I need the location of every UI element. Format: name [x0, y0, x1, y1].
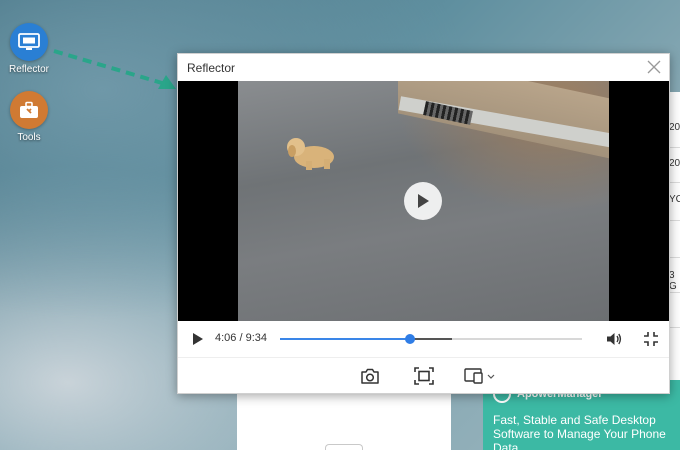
- playback-controls: 4:06 / 9:34: [178, 321, 669, 357]
- background-text-fragment: 3 G: [669, 270, 677, 292]
- current-time: 4:06: [215, 332, 237, 344]
- camera-icon[interactable]: [360, 367, 380, 385]
- screen-cast-icon[interactable]: [464, 367, 496, 385]
- video-frame: [238, 81, 609, 321]
- exit-fullscreen-icon[interactable]: [644, 332, 658, 346]
- total-time: 9:34: [245, 332, 268, 344]
- seek-bar-progress: [280, 338, 410, 340]
- time-separator: /: [236, 332, 246, 344]
- time-display: 4:06 / 9:34: [215, 332, 267, 344]
- toolbox-icon: [10, 91, 48, 129]
- seek-bar[interactable]: [280, 334, 582, 344]
- video-play-overlay-button[interactable]: [404, 182, 442, 220]
- video-area[interactable]: [178, 81, 669, 321]
- monitor-icon: [10, 23, 48, 61]
- desktop-icon-tools[interactable]: Tools: [1, 91, 57, 143]
- play-icon: [418, 194, 429, 208]
- desktop-icon-label: Reflector: [8, 64, 49, 75]
- background-app-panel-lower: [237, 390, 451, 450]
- window-title: Reflector: [187, 61, 236, 75]
- seek-bar-buffer: [410, 338, 452, 340]
- background-tab: [325, 444, 363, 450]
- seek-bar-thumb[interactable]: [405, 334, 415, 344]
- dashed-arrow-icon: [53, 49, 176, 89]
- play-button[interactable]: [191, 332, 205, 346]
- close-icon[interactable]: [647, 60, 661, 74]
- volume-icon[interactable]: [606, 331, 622, 347]
- background-text-fragment: YC: [669, 194, 680, 205]
- bottom-toolbar: [178, 357, 669, 393]
- desktop-icon-label: Tools: [17, 132, 41, 143]
- ad-text: Fast, Stable and Safe Desktop Software t…: [493, 413, 666, 450]
- background-text-fragment: 20: [669, 158, 680, 169]
- reflector-window: Reflector 4:06 / 9:34: [177, 53, 670, 394]
- window-titlebar[interactable]: Reflector: [178, 54, 669, 81]
- video-puppy: [287, 138, 334, 170]
- fullscreen-icon[interactable]: [414, 367, 434, 385]
- desktop-icon-reflector[interactable]: Reflector: [1, 23, 57, 75]
- background-text-fragment: 20: [669, 122, 680, 133]
